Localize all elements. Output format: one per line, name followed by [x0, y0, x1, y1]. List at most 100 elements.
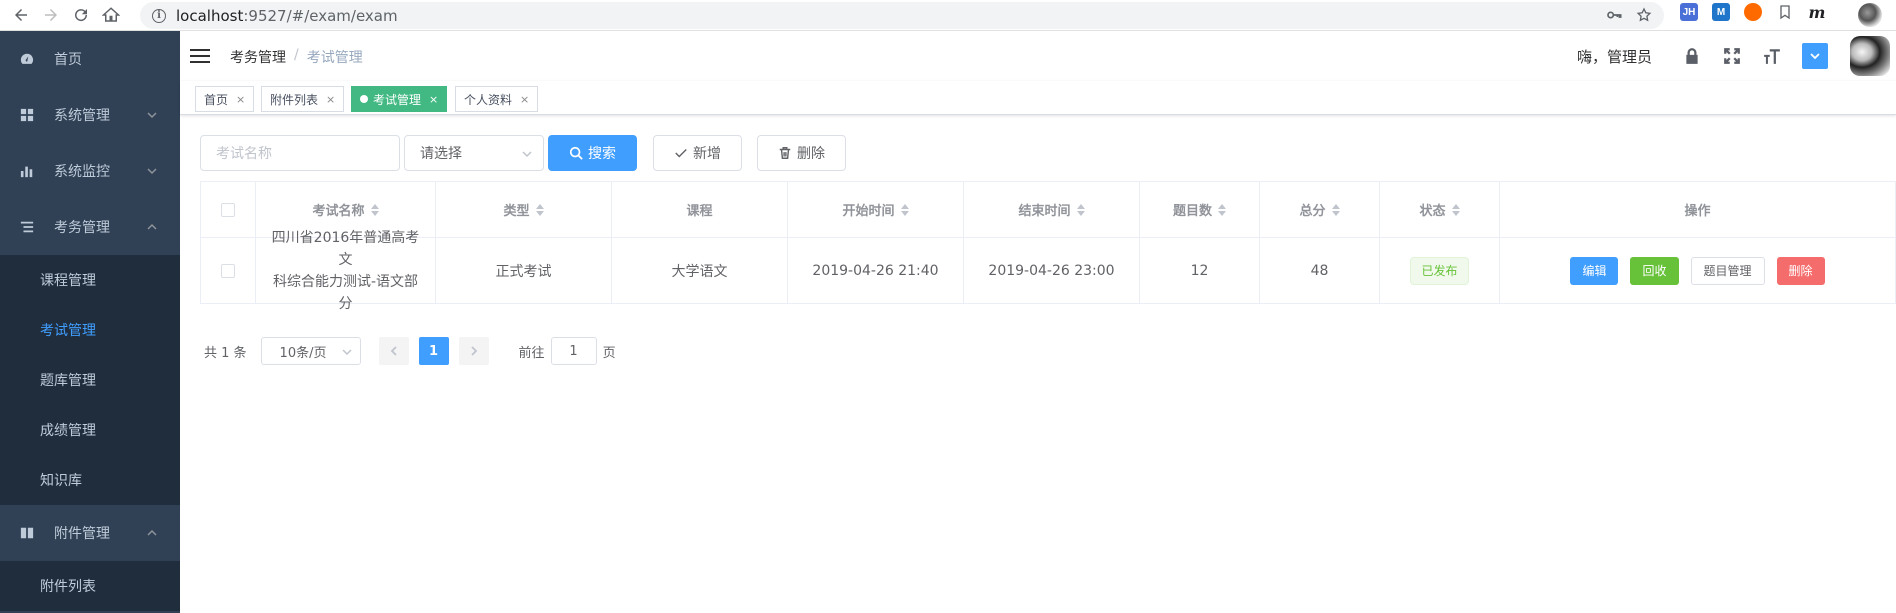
sort-icon[interactable] [1451, 203, 1460, 216]
address-bar[interactable]: i localhost:9527/#/exam/exam [140, 2, 1664, 29]
status-badge: 已发布 [1410, 256, 1469, 285]
delete-button[interactable]: 删除 [757, 135, 846, 171]
header-start-time[interactable]: 开始时间 [788, 182, 964, 237]
header-actions: 操作 [1500, 182, 1896, 237]
tag-home[interactable]: 首页 × [195, 86, 255, 112]
prev-page-button[interactable] [378, 337, 409, 365]
info-icon[interactable]: i [152, 8, 166, 23]
user-avatar[interactable] [1850, 36, 1890, 76]
jump-page-input[interactable]: 1 [550, 337, 597, 365]
home-icon[interactable] [98, 3, 124, 27]
sidebar-item-label: 系统监控 [54, 164, 110, 180]
question-manage-button[interactable]: 题目管理 [1690, 256, 1765, 285]
browser-profile-avatar[interactable] [1858, 3, 1882, 27]
sort-icon[interactable] [900, 203, 909, 216]
next-page-button[interactable] [458, 337, 489, 365]
trash-icon [779, 147, 791, 159]
lock-icon[interactable] [1682, 46, 1702, 66]
sidebar-item-knowledge[interactable]: 知识库 [0, 455, 180, 505]
row-delete-button[interactable]: 删除 [1776, 256, 1825, 285]
recall-button[interactable]: 回收 [1630, 256, 1679, 285]
tag-exam-management[interactable]: 考试管理 × [351, 86, 448, 112]
sidebar-item-attachments[interactable]: 附件管理 [0, 505, 180, 561]
select-all-checkbox[interactable] [221, 202, 235, 217]
reload-icon[interactable] [68, 3, 94, 27]
sidebar-item-label: 系统管理 [54, 108, 110, 124]
sidebar-item-exam[interactable]: 考试管理 [0, 305, 180, 355]
extension-m-italic-icon[interactable]: m [1808, 3, 1826, 22]
sidebar-item-system[interactable]: 系统管理 [0, 87, 180, 143]
list-icon [20, 220, 34, 234]
forward-icon[interactable] [38, 3, 64, 27]
sidebar-item-course[interactable]: 课程管理 [0, 255, 180, 305]
sort-icon[interactable] [370, 203, 379, 216]
breadcrumb-item: 考试管理 [306, 50, 363, 66]
close-icon[interactable]: × [326, 93, 335, 106]
extension-m-icon[interactable]: M [1712, 3, 1730, 21]
search-button[interactable]: 搜索 [548, 135, 637, 171]
cell-total-score: 48 [1260, 238, 1380, 303]
dropdown-button[interactable] [1802, 43, 1828, 69]
font-size-icon[interactable] [1762, 46, 1782, 66]
cell-question-count: 12 [1140, 238, 1260, 303]
exam-table: 考试名称 类型 课程 开始时间 结束时间 题目数 总分 状态 操作 四川省201… [200, 181, 1896, 312]
sort-icon[interactable] [1218, 203, 1226, 216]
sort-icon[interactable] [535, 203, 544, 216]
cell-status: 已发布 [1380, 238, 1500, 303]
tag-profile[interactable]: 个人资料 × [455, 86, 539, 112]
chevron-up-icon [146, 527, 158, 539]
page-number-current[interactable]: 1 [418, 337, 449, 365]
close-icon[interactable]: × [236, 93, 245, 106]
sidebar-item-label: 考务管理 [54, 220, 110, 236]
check-icon [675, 149, 687, 158]
page-jump: 前往 1 页 [519, 337, 616, 365]
sidebar-item-monitor[interactable]: 系统监控 [0, 143, 180, 199]
header-total-score[interactable]: 总分 [1260, 182, 1380, 237]
sidebar-item-score[interactable]: 成绩管理 [0, 405, 180, 455]
add-button-label: 新增 [693, 146, 721, 162]
chevron-down-icon [1810, 53, 1820, 60]
delete-button-label: 删除 [797, 146, 825, 162]
hamburger-icon[interactable] [190, 46, 210, 66]
chevron-down-icon [146, 165, 158, 177]
header-type[interactable]: 类型 [436, 182, 612, 237]
sidebar-item-question-bank[interactable]: 题库管理 [0, 355, 180, 405]
sidebar-item-home[interactable]: 首页 [0, 31, 180, 87]
key-icon[interactable] [1606, 7, 1622, 27]
breadcrumb-item[interactable]: 考务管理 [230, 47, 286, 67]
close-icon[interactable]: × [520, 93, 529, 106]
type-select-value: 请选择 [420, 146, 462, 162]
tags-view: 首页 × 附件列表 × 考试管理 × 个人资料 × [180, 81, 1896, 115]
exam-name-input[interactable]: 考试名称 [200, 135, 400, 171]
sort-icon[interactable] [1331, 203, 1340, 216]
edit-button[interactable]: 编辑 [1570, 256, 1619, 285]
sidebar-item-exam-affairs[interactable]: 考务管理 [0, 199, 180, 255]
add-button[interactable]: 新增 [653, 135, 742, 171]
browser-toolbar: i localhost:9527/#/exam/exam JH M m [0, 0, 1896, 31]
bookmark-icon[interactable] [1776, 3, 1794, 21]
header-status[interactable]: 状态 [1380, 182, 1500, 237]
type-select[interactable]: 请选择 [404, 135, 544, 171]
table-header: 考试名称 类型 课程 开始时间 结束时间 题目数 总分 状态 操作 [200, 182, 1896, 238]
extension-jh-icon[interactable]: JH [1680, 3, 1698, 21]
fullscreen-icon[interactable] [1722, 46, 1742, 66]
extension-orange-icon[interactable] [1744, 3, 1762, 21]
tag-attachment-list[interactable]: 附件列表 × [261, 86, 345, 112]
dashboard-icon [20, 52, 34, 66]
back-icon[interactable] [8, 3, 34, 27]
url-text: localhost:9527/#/exam/exam [176, 6, 398, 25]
sort-icon[interactable] [1076, 203, 1085, 216]
book-icon [20, 526, 34, 540]
cell-course: 大学语文 [612, 238, 788, 303]
row-checkbox[interactable] [221, 263, 235, 278]
page-size-select[interactable]: 10条/页 [260, 337, 361, 365]
tag-label: 附件列表 [270, 92, 319, 107]
sidebar-item-attachment-list[interactable]: 附件列表 [0, 561, 180, 611]
breadcrumb-separator: / [294, 47, 299, 63]
tag-label: 首页 [204, 92, 229, 107]
close-icon[interactable]: × [429, 93, 438, 106]
header-question-count[interactable]: 题目数 [1140, 182, 1260, 237]
star-icon[interactable] [1636, 7, 1652, 27]
chart-icon [20, 164, 34, 178]
header-end-time[interactable]: 结束时间 [964, 182, 1140, 237]
